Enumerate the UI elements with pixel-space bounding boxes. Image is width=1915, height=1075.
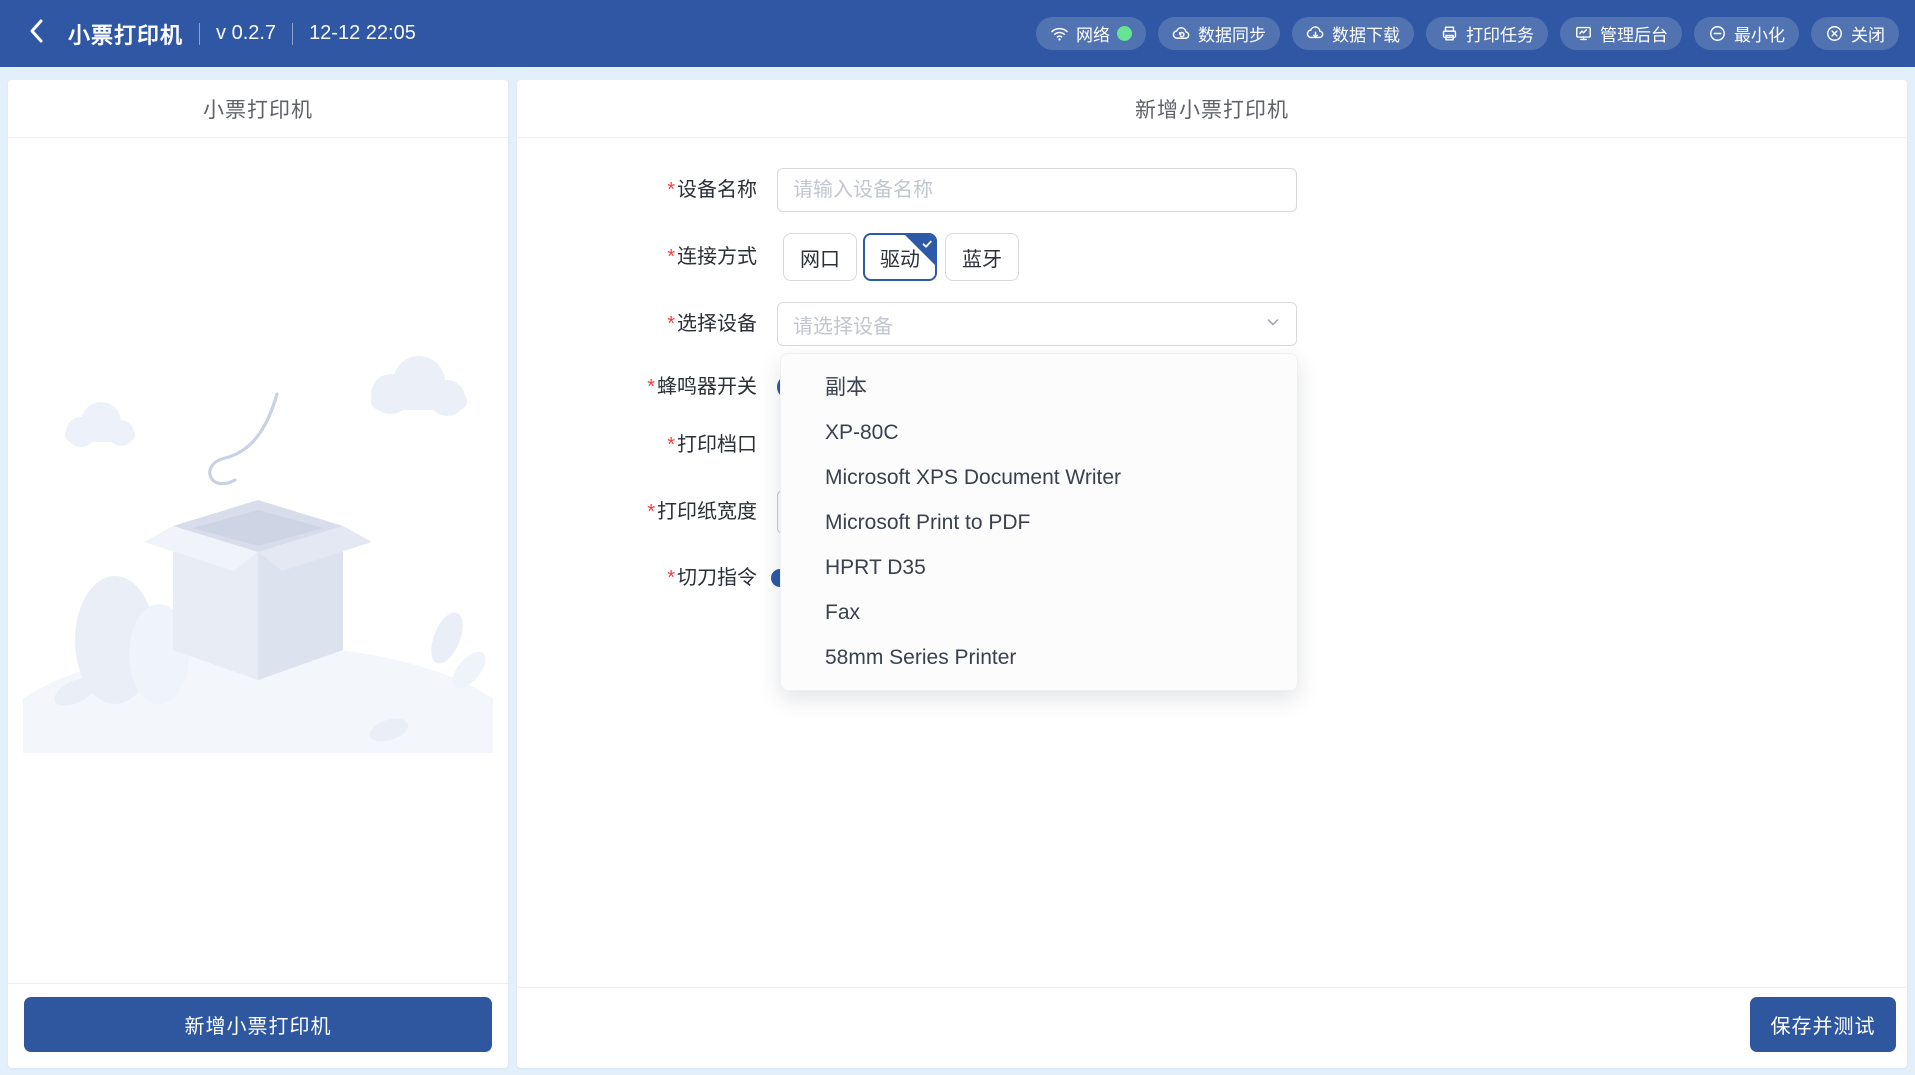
dropdown-item[interactable]: 副本 [781,365,1297,410]
required-mark: * [647,376,655,398]
admin-console-button[interactable]: 管理后台 [1560,17,1682,50]
select-placeholder: 请选择设备 [793,310,893,339]
printer-icon [1440,24,1459,43]
required-mark: * [647,501,655,523]
required-mark: * [667,434,675,456]
data-sync-button[interactable]: 数据同步 [1158,17,1280,50]
dropdown-item[interactable]: XP-80C [781,410,1297,455]
printer-list-panel: 小票打印机 新增小票打印机 [8,80,508,1068]
cloud-sync-icon [1172,24,1191,43]
app-title: 小票打印机 [68,18,183,50]
pill-label: 网络 [1076,21,1110,46]
dropdown-item[interactable]: Microsoft Print to PDF [781,500,1297,545]
required-mark: * [667,246,675,268]
cutter-command-label: *切刀指令 [547,564,757,592]
dropdown-item[interactable]: Fax [781,590,1297,635]
online-status-dot [1117,26,1132,41]
minimize-icon [1708,24,1727,43]
topbar-actions: 网络 数据同步 数据下载 打印任务 管理后台 [1036,17,1899,50]
device-name-label: *设备名称 [547,176,757,204]
admin-console-icon [1574,24,1593,43]
required-mark: * [667,313,675,335]
device-select[interactable]: 请选择设备 [777,302,1297,346]
select-device-label: *选择设备 [547,310,757,338]
cloud-download-icon [1306,24,1325,43]
form-title: 新增小票打印机 [517,80,1907,138]
connection-type-label: *连接方式 [547,243,757,271]
connection-option-driver[interactable]: 驱动 [863,233,937,281]
connection-option-network[interactable]: 网口 [783,233,857,281]
back-button[interactable] [14,11,60,57]
back-chevron-icon [25,18,49,49]
dropdown-item[interactable]: HPRT D35 [781,545,1297,590]
dropdown-item[interactable]: 58mm Series Printer [781,635,1297,680]
required-mark: * [667,179,675,201]
divider [517,987,1907,988]
print-stall-label: *打印档口 [547,431,757,459]
device-dropdown: 副本 XP-80C Microsoft XPS Document Writer … [780,353,1298,691]
top-bar: 小票打印机 v 0.2.7 12-12 22:05 网络 数据同步 数据下载 [0,0,1915,67]
pill-label: 数据同步 [1198,21,1266,46]
close-icon [1825,24,1844,43]
connection-option-bluetooth[interactable]: 蓝牙 [945,233,1019,281]
app-version: v 0.2.7 [216,22,276,45]
paper-width-label: *打印纸宽度 [547,498,757,526]
pill-label: 数据下载 [1332,21,1400,46]
pill-label: 管理后台 [1600,21,1668,46]
minimize-button[interactable]: 最小化 [1694,17,1799,50]
network-status-button[interactable]: 网络 [1036,17,1146,50]
save-and-test-button[interactable]: 保存并测试 [1750,997,1896,1052]
data-download-button[interactable]: 数据下载 [1292,17,1414,50]
buzzer-switch-label: *蜂鸣器开关 [547,373,757,401]
wifi-icon [1050,24,1069,43]
add-printer-button[interactable]: 新增小票打印机 [24,997,492,1052]
device-name-input[interactable] [777,168,1297,212]
pill-label: 最小化 [1734,21,1785,46]
close-button[interactable]: 关闭 [1811,17,1899,50]
pill-label: 关闭 [1851,21,1885,46]
divider [292,23,293,45]
chevron-down-icon [1265,313,1281,336]
divider [8,983,508,984]
dropdown-item[interactable]: Microsoft XPS Document Writer [781,455,1297,500]
divider [199,23,200,45]
left-panel-title: 小票打印机 [8,80,508,138]
empty-state-illustration [23,348,493,753]
add-printer-panel: 新增小票打印机 *设备名称 *连接方式 网口 驱动 蓝牙 *选择设备 请选择设备… [517,80,1907,1068]
print-tasks-button[interactable]: 打印任务 [1426,17,1548,50]
datetime: 12-12 22:05 [309,22,416,45]
pill-label: 打印任务 [1466,21,1534,46]
required-mark: * [667,567,675,589]
